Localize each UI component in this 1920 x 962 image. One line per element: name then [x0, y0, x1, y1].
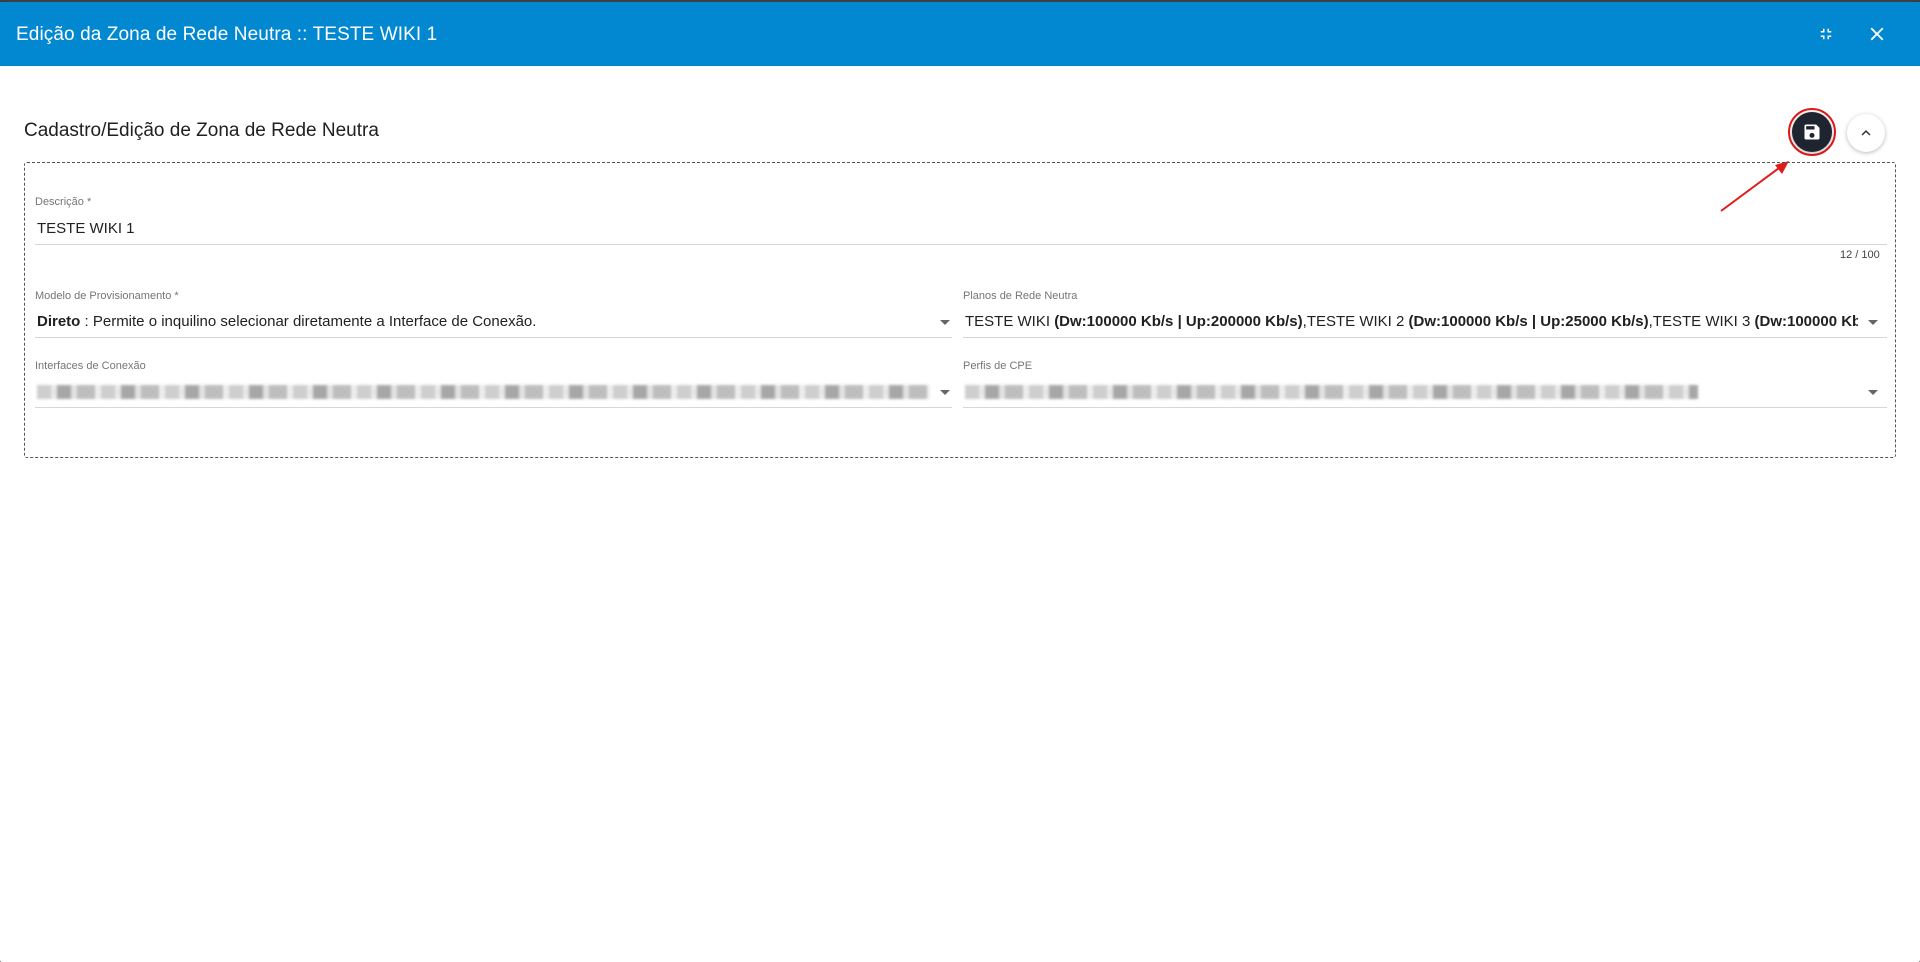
plano-2-name: ,TESTE WIKI 2 — [1302, 313, 1409, 330]
perfis-dropdown-icon[interactable] — [1868, 390, 1878, 395]
exit-fullscreen-button[interactable] — [1810, 18, 1842, 50]
plano-1-detail: (Dw:100000 Kb/s | Up:200000 Kb/s) — [1054, 313, 1303, 330]
descricao-counter: 12 / 100 — [1840, 249, 1880, 261]
section-title: Cadastro/Edição de Zona de Rede Neutra — [24, 120, 379, 141]
perfis-label: Perfis de CPE — [963, 360, 1033, 372]
fullscreen-exit-icon — [1820, 28, 1832, 40]
interfaces-dropdown-icon[interactable] — [940, 390, 950, 395]
modelo-value-text: : Permite o inquilino selecionar diretam… — [80, 313, 537, 330]
modelo-value-bold: Direto — [37, 313, 81, 330]
perfis-value-redacted[interactable] — [965, 385, 1698, 399]
plano-2-detail: (Dw:100000 Kb/s | Up:25000 Kb/s) — [1408, 313, 1649, 330]
interfaces-underline — [35, 407, 952, 408]
plano-1-name: TESTE WIKI — [965, 313, 1055, 330]
planos-dropdown-icon[interactable] — [1868, 320, 1878, 325]
interfaces-label: Interfaces de Conexão — [35, 360, 146, 372]
chevron-up-icon — [1861, 130, 1871, 136]
close-icon — [1870, 27, 1884, 41]
descricao-input[interactable]: TESTE WIKI 1 — [37, 220, 1837, 237]
save-icon — [1804, 124, 1820, 140]
form-section: Descrição * TESTE WIKI 1 12 / 100 Modelo… — [24, 162, 1896, 458]
planos-underline — [963, 337, 1887, 338]
plano-3-detail: (Dw:100000 Kb/s — [1754, 313, 1859, 330]
dialog-title: Edição da Zona de Rede Neutra :: TESTE W… — [16, 24, 438, 45]
dialog-titlebar: Edição da Zona de Rede Neutra :: TESTE W… — [0, 2, 1920, 66]
modelo-underline — [35, 337, 952, 338]
planos-label: Planos de Rede Neutra — [963, 290, 1078, 302]
edit-dialog: Edição da Zona de Rede Neutra :: TESTE W… — [0, 2, 1920, 962]
planos-select[interactable]: TESTE WIKI (Dw:100000 Kb/s | Up:200000 K… — [965, 313, 1858, 330]
close-button[interactable] — [1861, 18, 1893, 50]
modelo-dropdown-icon[interactable] — [940, 320, 950, 325]
modelo-select[interactable]: Direto : Permite o inquilino selecionar … — [37, 313, 937, 330]
interfaces-value-redacted[interactable] — [37, 385, 930, 399]
perfis-underline — [963, 407, 1887, 408]
collapse-button[interactable] — [1847, 114, 1885, 152]
descricao-label: Descrição * — [35, 196, 92, 208]
descricao-underline — [35, 244, 1887, 245]
modelo-label: Modelo de Provisionamento * — [35, 290, 179, 302]
save-button[interactable] — [1792, 112, 1832, 152]
plano-3-name: ,TESTE WIKI 3 — [1648, 313, 1755, 330]
